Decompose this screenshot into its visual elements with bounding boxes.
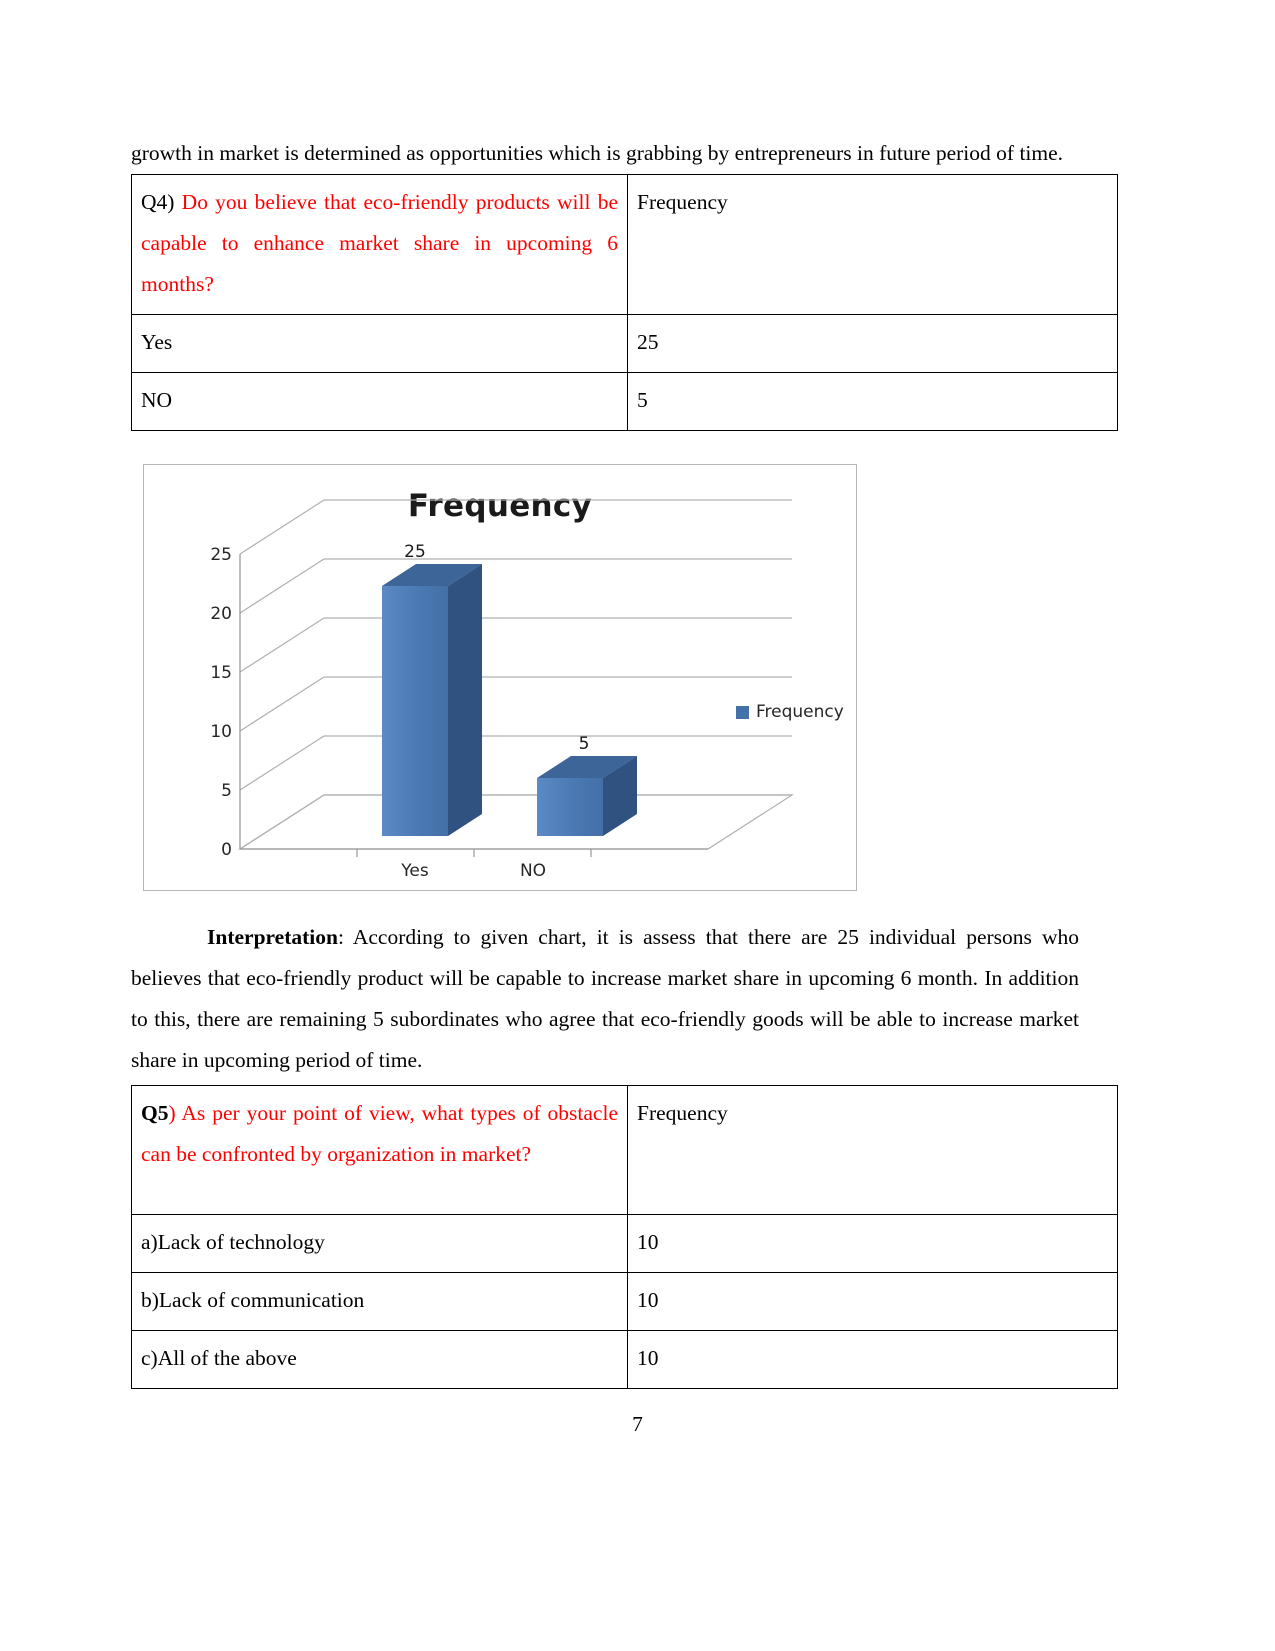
q5-frequency-header: Frequency — [637, 1101, 728, 1125]
q4-question-body: Do you believe that eco-friendly product… — [141, 190, 618, 296]
q4-row-0-value-cell: 25 — [627, 314, 1118, 373]
q4-row-0-label-cell: Yes — [131, 314, 628, 373]
q5-question-paren: ) — [168, 1101, 176, 1125]
table-row: b)Lack of communication 10 — [131, 1272, 1118, 1331]
bar-no-value-label: 5 — [579, 734, 590, 754]
table-q4: Q4) Do you believe that eco-friendly pro… — [131, 174, 1118, 431]
q5-row-1-label-cell: b)Lack of communication — [131, 1272, 628, 1331]
y-tick-4: 20 — [210, 604, 232, 624]
bar-yes — [382, 564, 482, 836]
page-content: growth in market is determined as opport… — [131, 133, 1118, 1389]
q5-question-text: Q5) As per your point of view, what type… — [141, 1093, 618, 1175]
q5-row-2-value-cell: 10 — [627, 1330, 1118, 1389]
table-row: c)All of the above 10 — [131, 1330, 1118, 1389]
q4-row-0-value: 25 — [637, 330, 659, 354]
intro-paragraph: growth in market is determined as opport… — [131, 141, 1064, 165]
q5-frequency-header-cell: Frequency — [627, 1085, 1118, 1215]
document-page: growth in market is determined as opport… — [0, 0, 1275, 1651]
frequency-bar-chart: Frequency 0 5 10 15 20 25 25 5 Yes NO Fr… — [143, 464, 857, 891]
q4-question-text: Q4) Do you believe that eco-friendly pro… — [141, 182, 618, 305]
table-row: NO 5 — [131, 372, 1118, 431]
interpretation-label: Interpretation — [207, 925, 338, 949]
table-row: Q5) As per your point of view, what type… — [131, 1085, 1118, 1215]
y-axis-ticks: 0 5 10 15 20 25 — [210, 545, 232, 860]
q5-row-2-label-cell: c)All of the above — [131, 1330, 628, 1389]
q5-row-1-value-cell: 10 — [627, 1272, 1118, 1331]
y-tick-5: 25 — [210, 545, 232, 565]
x-axis-ticks — [356, 849, 592, 857]
q5-row-0-label: a)Lack of technology — [141, 1230, 325, 1254]
y-tick-3: 15 — [210, 663, 232, 683]
q4-question-cell: Q4) Do you believe that eco-friendly pro… — [131, 174, 628, 315]
q5-row-2-label: c)All of the above — [141, 1346, 297, 1370]
q4-row-1-value-cell: 5 — [627, 372, 1118, 431]
q4-row-1-label: NO — [141, 388, 173, 412]
x-axis-labels: Yes NO — [400, 861, 546, 881]
q5-question-body: As per your point of view, what types of… — [141, 1101, 618, 1166]
legend-swatch-icon — [736, 705, 749, 719]
page-number: 7 — [632, 1412, 643, 1436]
y-tick-1: 5 — [221, 781, 232, 801]
q5-row-0-value: 10 — [637, 1230, 659, 1254]
q4-question-prefix: Q4) — [141, 190, 175, 214]
table-row: Yes 25 — [131, 314, 1118, 373]
q4-row-1-label-cell: NO — [131, 372, 628, 431]
table-row: a)Lack of technology 10 — [131, 1214, 1118, 1273]
interpretation-paragraph: Interpretation: According to given chart… — [131, 917, 1079, 1081]
q5-row-0-label-cell: a)Lack of technology — [131, 1214, 628, 1273]
q5-row-1-label: b)Lack of communication — [141, 1288, 365, 1312]
y-tick-2: 10 — [210, 722, 232, 742]
table-row: Q4) Do you believe that eco-friendly pro… — [131, 174, 1118, 315]
q5-question-cell: Q5) As per your point of view, what type… — [131, 1085, 628, 1215]
q5-question-prefix: Q5 — [141, 1101, 169, 1125]
q4-row-0-label: Yes — [141, 330, 173, 354]
x-label-yes: Yes — [400, 861, 429, 881]
chart-canvas: 0 5 10 15 20 25 25 5 Yes NO — [210, 499, 795, 881]
table-q5: Q5) As per your point of view, what type… — [131, 1085, 1118, 1389]
legend-label: Frequency — [756, 702, 844, 722]
chart-floor — [237, 794, 795, 850]
x-label-no: NO — [520, 861, 546, 881]
q4-frequency-header-cell: Frequency — [627, 174, 1118, 315]
q4-row-1-value: 5 — [637, 388, 648, 412]
q4-frequency-header: Frequency — [637, 190, 728, 214]
interpretation-separator: : — [337, 925, 353, 949]
y-tick-0: 0 — [221, 840, 232, 860]
q5-row-2-value: 10 — [637, 1346, 659, 1370]
bar-yes-value-label: 25 — [404, 542, 426, 562]
chart-legend: Frequency — [736, 702, 844, 722]
q5-row-1-value: 10 — [637, 1288, 659, 1312]
q5-row-0-value-cell: 10 — [627, 1214, 1118, 1273]
